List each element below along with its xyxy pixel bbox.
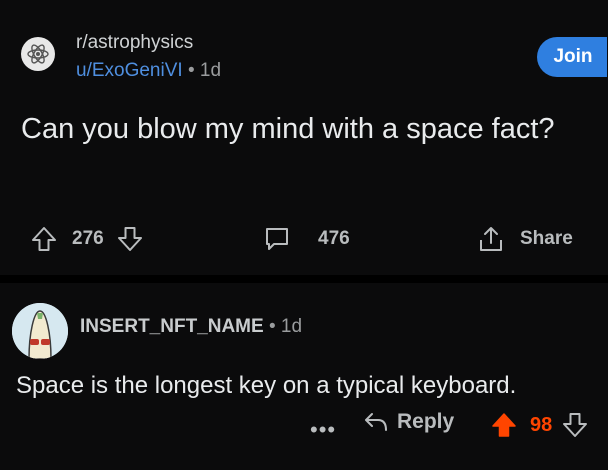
reply-label: Reply [397,410,455,433]
post-author[interactable]: u/ExoGeniVI [76,60,183,81]
comment-count: 476 [318,228,350,249]
join-button[interactable]: Join [537,37,607,77]
comment-icon [262,224,292,254]
share-icon [476,224,506,254]
comment-card: INSERT_NFT_NAME • 1d Space is the longes… [0,283,608,470]
subreddit-avatar[interactable] [21,37,55,71]
post-age: 1d [199,60,222,81]
comment-separator: • [268,316,276,337]
nft-avatar-icon [12,303,68,359]
reply-arrow-icon [363,411,389,433]
share-button[interactable]: Share [476,220,573,258]
comment-body: Space is the longest key on a typical ke… [16,372,517,399]
downvote-icon[interactable] [116,225,144,253]
comments-button[interactable]: 476 [262,220,350,258]
subreddit-name[interactable]: r/astrophysics [76,32,193,54]
comment-vote-count: 98 [530,413,553,436]
comment-author-line: INSERT_NFT_NAME • 1d [80,316,302,338]
upvote-icon[interactable] [30,225,58,253]
comment-vote-group: 98 [490,411,588,439]
post-title[interactable]: Can you blow my mind with a space fact? [21,110,581,148]
comment-avatar[interactable] [12,303,68,359]
byline-separator: • [187,60,195,81]
atom-icon [27,44,49,64]
more-options-button[interactable]: ••• [310,417,336,443]
upvote-filled-icon[interactable] [490,411,518,439]
post-card: r/astrophysics u/ExoGeniVI • 1d Join Can… [0,0,608,275]
post-byline: u/ExoGeniVI • 1d [76,60,221,82]
comment-age: 1d [280,316,303,337]
share-label: Share [520,228,573,249]
downvote-icon[interactable] [562,411,588,439]
vote-group: 276 [30,220,144,258]
comment-author[interactable]: INSERT_NFT_NAME [80,316,264,337]
reply-button[interactable]: Reply [363,410,454,434]
upvote-count: 276 [72,228,104,249]
